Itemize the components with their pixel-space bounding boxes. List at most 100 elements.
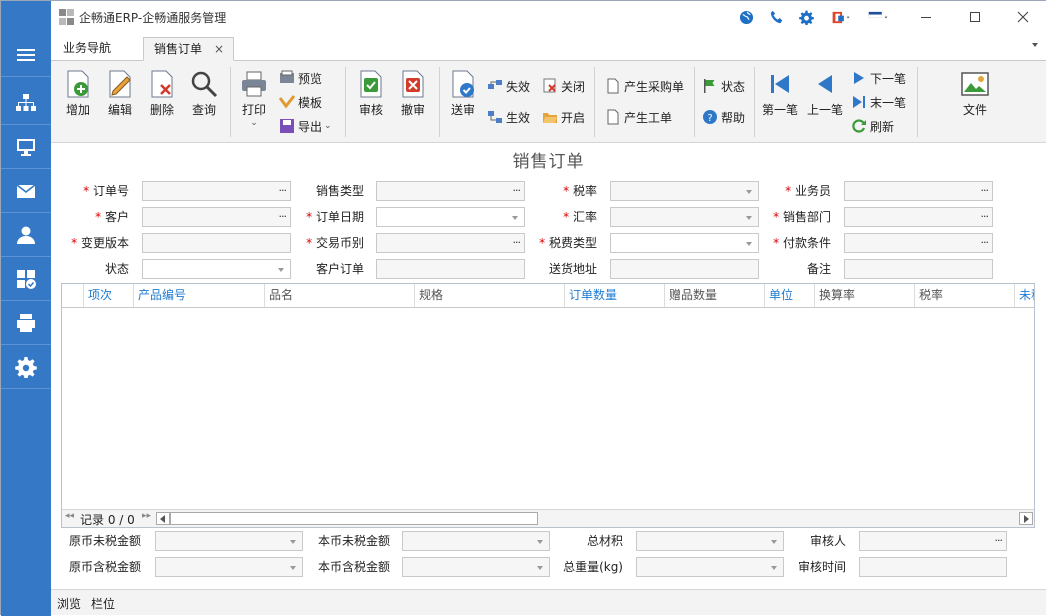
ship-addr-field[interactable] xyxy=(610,259,759,279)
print-button[interactable]: 打印 ⌄ xyxy=(239,69,269,128)
customer-field[interactable] xyxy=(142,207,291,227)
open-folder-icon xyxy=(543,113,557,123)
col-header-spec[interactable]: 规格 xyxy=(415,284,565,307)
org-chart-icon[interactable] xyxy=(1,81,51,125)
first-page-icon[interactable]: ◂◂ xyxy=(65,511,74,521)
order-no-label-text: 订单号 xyxy=(92,184,129,198)
grid-footer: ◂◂ 记录 0 / 0 ▸▸ xyxy=(62,509,1034,527)
state-select[interactable] xyxy=(142,259,291,279)
tax-type-select[interactable] xyxy=(610,233,759,253)
last-page-icon[interactable]: ▸▸ xyxy=(142,511,151,521)
salesman-field[interactable] xyxy=(844,181,993,201)
export-button[interactable]: 导出 ⌄ xyxy=(279,116,332,136)
total-volume-field[interactable] xyxy=(636,531,784,551)
close-window-button[interactable] xyxy=(1013,7,1033,27)
tab-list-dropdown-icon[interactable] xyxy=(1032,43,1038,47)
currency-field[interactable] xyxy=(376,233,525,253)
edit-button[interactable]: 编辑 xyxy=(105,69,135,118)
approver-field[interactable] xyxy=(859,531,1007,551)
phone-icon[interactable] xyxy=(767,7,787,27)
globe-icon[interactable] xyxy=(736,7,756,27)
order-no-field[interactable] xyxy=(142,181,291,201)
pay-terms-field[interactable] xyxy=(844,233,993,253)
col-header-tax-rate[interactable]: 税率 xyxy=(915,284,1015,307)
delete-button[interactable]: 删除 xyxy=(147,69,177,118)
local-taxed-field[interactable] xyxy=(402,557,550,577)
send-approve-icon xyxy=(452,70,474,98)
valid-button[interactable]: 生效 xyxy=(487,107,530,127)
order-date-picker[interactable] xyxy=(376,207,525,227)
query-button[interactable]: 查询 xyxy=(189,69,219,118)
help-button[interactable]: ? 帮助 xyxy=(702,107,745,127)
sale-type-field[interactable] xyxy=(376,181,525,201)
customer-order-field[interactable] xyxy=(376,259,525,279)
columns-button[interactable]: 栏位 xyxy=(91,595,115,612)
send-approve-button[interactable]: 送审 xyxy=(448,69,478,118)
col-header-untaxed[interactable]: 未税 xyxy=(1015,284,1034,307)
unapprove-button[interactable]: 撤审 xyxy=(398,69,428,118)
gear-icon[interactable] xyxy=(1,345,51,389)
sales-dept-field[interactable] xyxy=(844,207,993,227)
next-record-button[interactable]: 下一笔 xyxy=(851,68,906,88)
help-icon: ? xyxy=(703,110,717,124)
mail-icon[interactable] xyxy=(1,169,51,213)
local-taxed-label: 本币含税金额 xyxy=(317,560,390,574)
user-icon[interactable] xyxy=(1,213,51,257)
tax-rate-select[interactable] xyxy=(610,181,759,201)
preview-button[interactable]: 预览 xyxy=(279,68,322,88)
template-button[interactable]: 模板 xyxy=(279,92,322,112)
remark-field[interactable] xyxy=(844,259,993,279)
approve-label: 审核 xyxy=(358,103,383,117)
add-button[interactable]: 增加 xyxy=(63,69,93,118)
state-button[interactable]: 状态 xyxy=(702,76,745,96)
open-order-button[interactable]: 开启 xyxy=(542,107,585,127)
office-dropdown-icon[interactable] xyxy=(829,7,855,27)
required-mark: * xyxy=(785,184,792,198)
scroll-right-button[interactable] xyxy=(1019,512,1033,525)
tab-close-icon[interactable]: × xyxy=(214,38,224,60)
maximize-button[interactable] xyxy=(965,7,985,27)
version-field[interactable] xyxy=(142,233,291,253)
tab-business-nav[interactable]: 业务导航 xyxy=(53,37,121,61)
tab-bar: 业务导航 销售订单 × xyxy=(51,33,1046,61)
gen-purchase-button[interactable]: 产生采购单 xyxy=(605,76,684,96)
horizontal-scrollbar-thumb[interactable] xyxy=(170,512,538,525)
refresh-button[interactable]: 刷新 xyxy=(851,116,894,136)
last-record-button[interactable]: 末一笔 xyxy=(851,92,906,112)
col-header-name[interactable]: 品名 xyxy=(265,284,415,307)
approve-time-field[interactable] xyxy=(859,557,1007,577)
close-order-button[interactable]: 关闭 xyxy=(542,76,585,96)
col-header-gift-qty[interactable]: 赠品数量 xyxy=(665,284,765,307)
settings-icon[interactable] xyxy=(796,7,816,27)
monitor-icon[interactable] xyxy=(1,125,51,169)
total-weight-field[interactable] xyxy=(636,557,784,577)
col-header-order-qty[interactable]: 订单数量 xyxy=(565,284,665,307)
apps-check-icon[interactable] xyxy=(1,257,51,301)
col-header-seq[interactable]: 项次 xyxy=(84,284,134,307)
tab-sales-order[interactable]: 销售订单 × xyxy=(143,37,234,61)
menu-icon[interactable] xyxy=(1,33,51,77)
language-flag-icon[interactable] xyxy=(865,7,893,27)
scroll-left-button[interactable] xyxy=(156,512,170,525)
approve-button[interactable]: 审核 xyxy=(356,69,386,118)
gen-work-button[interactable]: 产生工单 xyxy=(605,107,672,127)
ribbon-separator xyxy=(694,67,695,137)
exchange-rate-select[interactable] xyxy=(610,207,759,227)
unapprove-label: 撤审 xyxy=(400,103,425,117)
status-bar: 浏览 栏位 xyxy=(51,589,1046,615)
file-label: 文件 xyxy=(962,103,987,117)
orig-untaxed-field[interactable] xyxy=(155,531,303,551)
file-button[interactable]: 文件 xyxy=(960,69,990,118)
delete-label: 删除 xyxy=(149,103,174,117)
orig-taxed-field[interactable] xyxy=(155,557,303,577)
col-header-conversion[interactable]: 换算率 xyxy=(815,284,915,307)
first-record-button[interactable]: 第一笔 xyxy=(762,69,798,118)
invalid-button[interactable]: 失效 xyxy=(487,76,530,96)
prev-record-button[interactable]: 上一笔 xyxy=(807,69,843,118)
print-icon[interactable] xyxy=(1,301,51,345)
col-header-product-no[interactable]: 产品编号 xyxy=(134,284,265,307)
col-header-unit[interactable]: 单位 xyxy=(765,284,815,307)
minimize-button[interactable] xyxy=(916,7,936,27)
local-untaxed-field[interactable] xyxy=(402,531,550,551)
browse-mode-button[interactable]: 浏览 xyxy=(57,595,81,612)
